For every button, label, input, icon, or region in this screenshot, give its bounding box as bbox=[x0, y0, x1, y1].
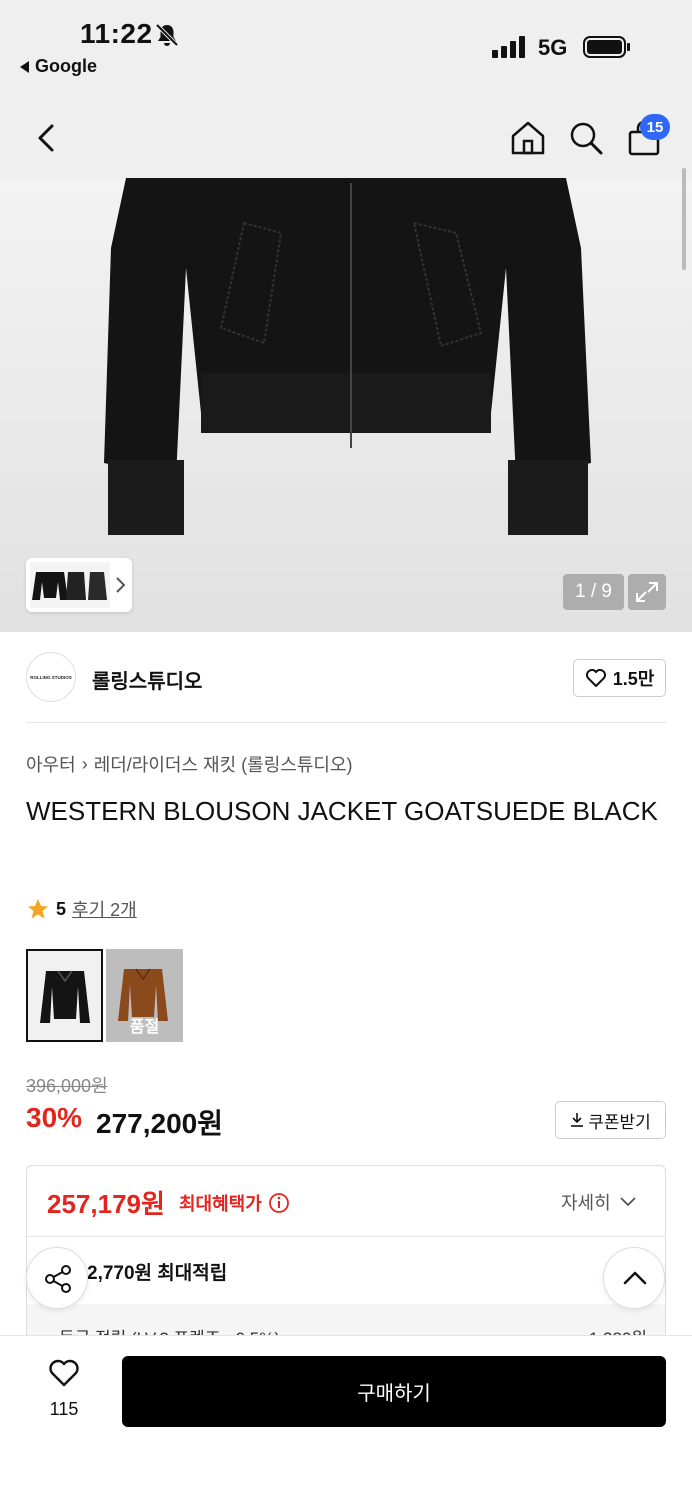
back-app-label: Google bbox=[35, 56, 97, 76]
wishlist-button[interactable]: 115 bbox=[36, 1358, 92, 1420]
battery-icon bbox=[583, 36, 630, 58]
back-triangle-icon bbox=[20, 60, 29, 73]
status-bar: 11:22 Google 5G bbox=[0, 0, 692, 96]
brand-like-button[interactable]: 1.5만 bbox=[573, 659, 666, 697]
reviews-link[interactable]: 후기 2개 bbox=[72, 896, 137, 922]
coupon-button[interactable]: 쿠폰받기 bbox=[555, 1101, 666, 1139]
breadcrumb-item[interactable]: 아우터 bbox=[26, 751, 76, 777]
brand-like-count: 1.5만 bbox=[612, 669, 655, 689]
wishlist-count: 115 bbox=[49, 1399, 79, 1419]
chevron-right-icon[interactable] bbox=[114, 574, 128, 596]
rating-score: 5 bbox=[56, 898, 67, 919]
color-option-brown[interactable]: 품절 bbox=[106, 949, 183, 1042]
signal-icon bbox=[492, 36, 525, 58]
share-button[interactable] bbox=[26, 1247, 88, 1309]
sale-price: 277,200원 bbox=[96, 1108, 223, 1139]
sold-out-label: 품절 bbox=[129, 1019, 160, 1036]
chevron-up-icon bbox=[623, 1271, 647, 1285]
chevron-down-icon bbox=[620, 1197, 636, 1207]
max-points-label: 2,770원 최대적립 bbox=[87, 1263, 228, 1284]
network-label: 5G bbox=[538, 35, 568, 60]
download-icon bbox=[571, 1113, 584, 1127]
share-icon bbox=[45, 1265, 71, 1293]
benefit-detail-toggle[interactable]: 자세히 bbox=[561, 1189, 637, 1215]
discount-rate: 30% bbox=[26, 1102, 83, 1133]
brand-logo-text: ROLLING STUDIOS bbox=[30, 674, 72, 680]
max-benefit-text: 최대혜택가 bbox=[179, 1194, 262, 1214]
home-icon[interactable] bbox=[508, 118, 548, 158]
product-image-gallery[interactable]: 1 / 9 bbox=[0, 178, 692, 632]
brand-row: ROLLING STUDIOS 롤링스튜디오 1.5만 bbox=[0, 632, 692, 724]
info-icon[interactable] bbox=[268, 1192, 290, 1214]
top-nav-bar: 15 bbox=[0, 96, 692, 180]
scroll-top-button[interactable] bbox=[603, 1247, 665, 1309]
image-counter: 1 / 9 bbox=[563, 574, 624, 610]
divider bbox=[26, 722, 666, 723]
scroll-indicator bbox=[682, 168, 686, 270]
cart-count-badge: 15 bbox=[640, 114, 670, 140]
buy-button[interactable]: 구매하기 bbox=[122, 1356, 666, 1427]
divider bbox=[27, 1236, 665, 1237]
heart-icon bbox=[49, 1359, 79, 1387]
breadcrumb: 아우터 › 레더/라이더스 재킷 (롤링스튜디오) bbox=[26, 751, 353, 777]
original-price: 396,000원 bbox=[26, 1076, 108, 1096]
gallery-thumbnail-strip[interactable] bbox=[26, 558, 132, 612]
product-title: WESTERN BLOUSON JACKET GOATSUEDE BLACK bbox=[26, 796, 658, 826]
search-icon[interactable] bbox=[566, 118, 606, 158]
bottom-action-bar: 115 구매하기 bbox=[0, 1335, 692, 1500]
expand-icon bbox=[636, 582, 658, 602]
product-jacket-image bbox=[104, 178, 591, 535]
star-icon bbox=[28, 899, 48, 919]
status-time: 11:22 bbox=[80, 18, 153, 49]
detail-label: 자세히 bbox=[561, 1193, 611, 1213]
heart-icon bbox=[585, 669, 606, 687]
breadcrumb-item[interactable]: 레더/라이더스 재킷 (롤링스튜디오) bbox=[94, 751, 353, 777]
rating-row: 5 후기 2개 bbox=[26, 896, 137, 922]
benefit-box: 257,179원 최대혜택가 자세히 2,770원 최대적립 등급 적립 (LV… bbox=[26, 1165, 666, 1355]
color-option-black[interactable] bbox=[26, 949, 103, 1042]
back-to-app-link[interactable]: Google bbox=[20, 56, 97, 77]
brand-name[interactable]: 롤링스튜디오 bbox=[92, 665, 202, 694]
thumbnail-images bbox=[30, 562, 110, 608]
max-benefit-label: 최대혜택가 bbox=[179, 1190, 290, 1216]
max-benefit-price: 257,179원 bbox=[47, 1189, 165, 1219]
option-jacket-black-image bbox=[40, 970, 90, 1023]
brand-logo[interactable]: ROLLING STUDIOS bbox=[26, 652, 76, 702]
chevron-right-icon: › bbox=[81, 753, 88, 774]
back-arrow-icon[interactable] bbox=[30, 118, 64, 158]
expand-image-button[interactable] bbox=[628, 574, 666, 610]
coupon-label: 쿠폰받기 bbox=[588, 1112, 651, 1132]
bell-off-icon bbox=[155, 23, 179, 47]
